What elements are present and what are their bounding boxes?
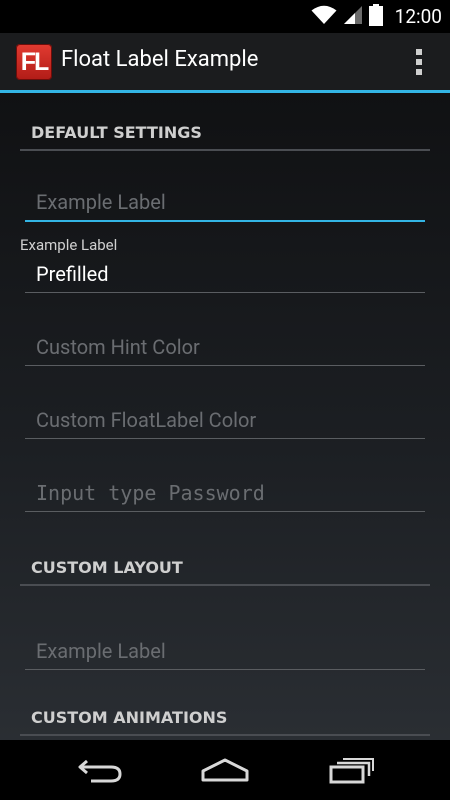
section-header-custom-layout: CUSTOM LAYOUT — [20, 550, 430, 586]
back-icon[interactable] — [70, 752, 130, 788]
field-value: Prefilled — [36, 262, 109, 286]
overflow-dot — [416, 49, 422, 55]
section-title: CUSTOM ANIMATIONS — [31, 708, 228, 727]
signal-icon — [343, 5, 363, 29]
field-hint: Custom FloatLabel Color — [36, 408, 257, 432]
overflow-dot — [416, 59, 422, 65]
field-hint: Input type Password — [36, 481, 265, 505]
password-field[interactable]: Input type Password — [25, 472, 425, 512]
prefilled-field[interactable]: Prefilled — [25, 253, 425, 293]
status-bar: 12:00 — [0, 0, 450, 33]
navigation-bar — [0, 740, 450, 800]
section-header-default-settings: DEFAULT SETTINGS — [20, 115, 430, 151]
overflow-menu-icon[interactable] — [414, 49, 424, 75]
app-title: Float Label Example — [61, 47, 259, 72]
field-hint: Example Label — [36, 639, 166, 663]
custom-floatlabel-color-field[interactable]: Custom FloatLabel Color — [25, 399, 425, 439]
overflow-dot — [416, 69, 422, 75]
status-time: 12:00 — [394, 5, 442, 28]
custom-layout-example-field[interactable]: Example Label — [25, 630, 425, 670]
status-icons: 12:00 — [311, 0, 442, 33]
section-title: DEFAULT SETTINGS — [31, 123, 202, 142]
float-label: Example Label — [20, 236, 118, 254]
battery-icon — [368, 3, 383, 30]
field-hint: Example Label — [36, 190, 166, 214]
section-header-custom-animations: CUSTOM ANIMATIONS — [20, 700, 430, 736]
custom-hint-color-field[interactable]: Custom Hint Color — [25, 326, 425, 366]
field-hint: Custom Hint Color — [36, 335, 200, 359]
wifi-icon — [311, 5, 337, 29]
app-logo: FL — [16, 44, 52, 80]
home-icon[interactable] — [195, 752, 255, 788]
section-title: CUSTOM LAYOUT — [31, 558, 183, 577]
example-label-field[interactable]: Example Label — [25, 182, 425, 222]
content-scroll-area[interactable]: DEFAULT SETTINGS Example Label Example L… — [0, 93, 450, 740]
action-bar: FL Float Label Example — [0, 33, 450, 93]
recents-icon[interactable] — [321, 752, 381, 788]
